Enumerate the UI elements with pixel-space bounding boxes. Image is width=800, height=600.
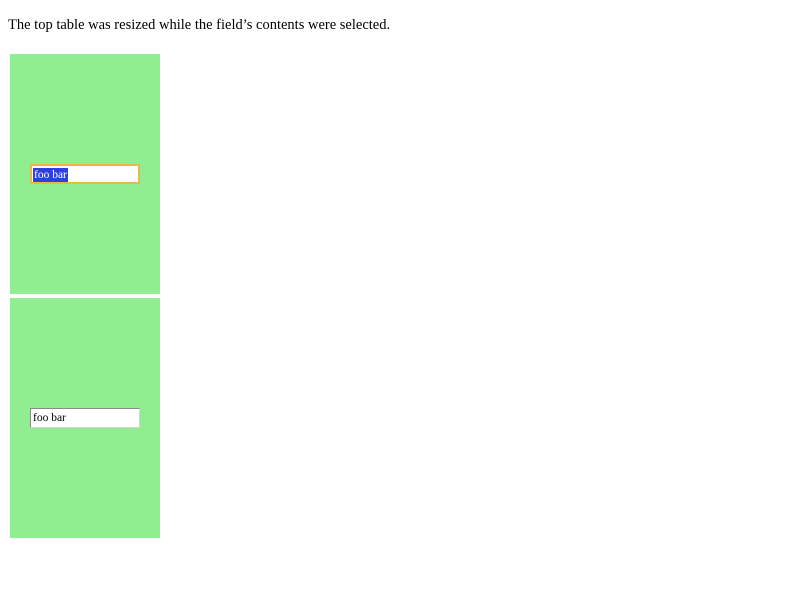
bottom-table-cell: foo bar — [10, 298, 160, 538]
top-field-selected-text: foo bar — [33, 168, 68, 182]
top-table-cell: foo bar — [10, 54, 160, 294]
intro-text: The top table was resized while the fiel… — [8, 17, 391, 33]
bottom-text-field[interactable]: foo bar — [30, 408, 140, 428]
top-text-field[interactable]: foo bar — [30, 164, 140, 184]
bottom-field-text: foo bar — [33, 412, 66, 424]
